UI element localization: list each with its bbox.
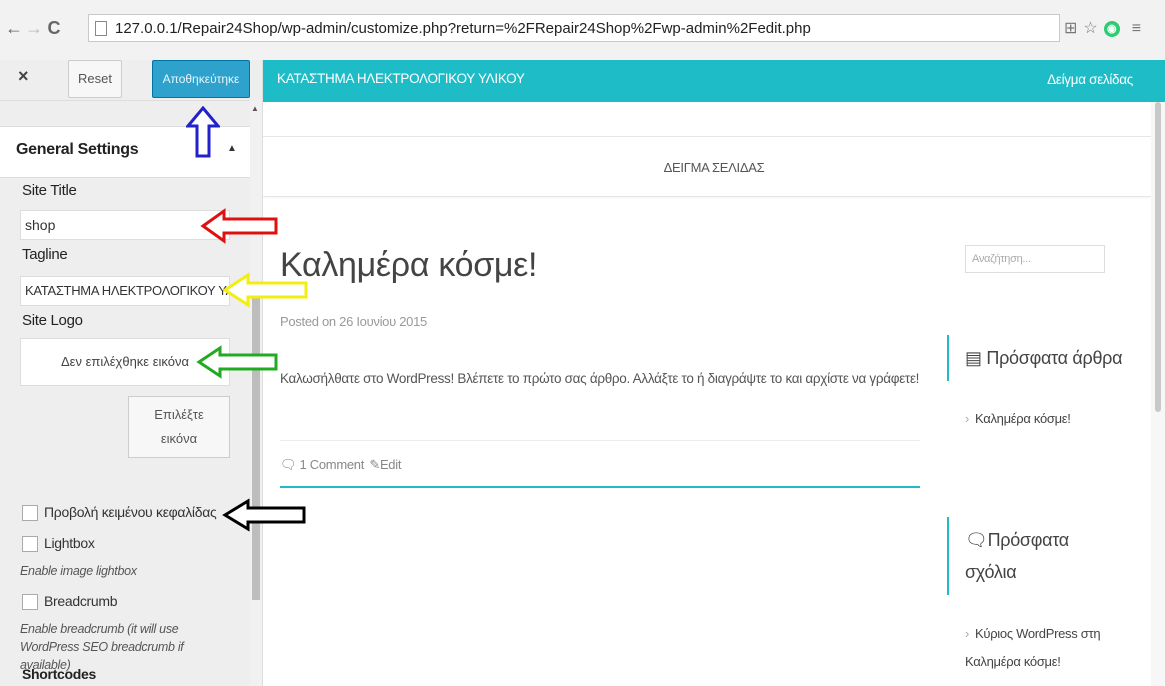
- lightbox-description: Enable image lightbox: [20, 564, 137, 578]
- menu-icon[interactable]: ≡: [1132, 20, 1141, 37]
- comment-icon: 🗨︎: [965, 530, 988, 550]
- comment-icon: 🗨︎: [280, 457, 297, 472]
- lightbox-checkbox[interactable]: [22, 536, 38, 552]
- post-content: Καλωσήλθατε στο WordPress! Βλέπετε το πρ…: [280, 371, 920, 386]
- search-input[interactable]: Αναζήτηση...: [965, 245, 1105, 273]
- save-button[interactable]: Αποθηκεύτηκε: [152, 60, 250, 98]
- shortcodes-label: Shortcodes: [22, 666, 97, 682]
- recent-post-item[interactable]: › Καλημέρα κόσμε!: [965, 405, 1145, 433]
- site-logo-label: Site Logo: [22, 312, 83, 329]
- address-bar[interactable]: 127.0.0.1/Repair24Shop/wp-admin/customiz…: [88, 14, 1060, 42]
- customizer-controls: General Settings ▲ Site Title shop Tagli…: [0, 100, 250, 686]
- post-title[interactable]: Καλημέρα κόσμε!: [280, 246, 538, 285]
- forward-arrow-icon[interactable]: →: [24, 18, 44, 39]
- recent-comments-title-1: Πρόσφατα: [987, 530, 1070, 550]
- header-text-label: Προβολή κειμένου κεφαλίδας: [44, 504, 217, 520]
- extension-icon[interactable]: ◉: [1103, 20, 1120, 37]
- reset-button[interactable]: Reset: [68, 60, 122, 98]
- site-title[interactable]: ΚΑΤΑΣΤΗΜΑ ΗΛΕΚΤΡΟΛΟΓΙΚΟΥ ΥΛΙΚΟΥ: [277, 71, 525, 86]
- back-arrow-icon[interactable]: ←: [4, 18, 24, 39]
- recent-comment-post[interactable]: Καλημέρα κόσμε!: [965, 648, 1145, 676]
- chevron-right-icon: ›: [965, 411, 970, 426]
- post-footer: 🗨︎ 1 Comment ✎Edit: [280, 457, 401, 473]
- reload-icon[interactable]: C: [44, 18, 64, 39]
- scroll-up-icon[interactable]: ▲: [251, 104, 259, 113]
- edit-link[interactable]: Edit: [380, 457, 402, 472]
- divider: [280, 440, 920, 441]
- browser-toolbar: ← → C 127.0.0.1/Repair24Shop/wp-admin/cust…: [0, 0, 1165, 60]
- tagline-input[interactable]: ΚΑΤΑΣΤΗΜΑ ΗΛΕΚΤΡΟΛΟΓΙΚΟΥ ΥΛ: [20, 276, 230, 306]
- divider: [263, 136, 1165, 137]
- menu-item-sample-page[interactable]: Δείγμα σελίδας: [1047, 72, 1133, 87]
- widget-accent: [947, 517, 949, 595]
- breadcrumb-label: Breadcrumb: [44, 593, 118, 609]
- breadcrumb-checkbox[interactable]: [22, 594, 38, 610]
- sidebar-scroll-thumb[interactable]: [252, 290, 260, 600]
- widget-accent: [947, 335, 949, 381]
- collapse-icon[interactable]: ▲: [227, 143, 237, 154]
- url-text: 127.0.0.1/Repair24Shop/wp-admin/customiz…: [115, 20, 811, 37]
- blue-up-arrow-annotation: [186, 106, 220, 158]
- recent-post-link[interactable]: Καλημέρα κόσμε!: [975, 411, 1071, 426]
- site-header: ΚΑΤΑΣΤΗΜΑ ΗΛΕΚΤΡΟΛΟΓΙΚΟΥ ΥΛΙΚΟΥ Δείγμα σ…: [263, 60, 1165, 102]
- recent-comment-item[interactable]: › Κύριος WordPress στη Καλημέρα κόσμε!: [965, 620, 1145, 676]
- green-left-arrow-annotation: [196, 345, 278, 379]
- close-icon[interactable]: ×: [18, 66, 29, 87]
- red-left-arrow-annotation: [200, 208, 278, 244]
- section-title: General Settings: [16, 141, 139, 158]
- tagline-label: Tagline: [22, 246, 68, 263]
- choose-image-label-2: εικόνα: [160, 431, 198, 446]
- sample-page-link[interactable]: ΔΕΙΓΜΑ ΣΕΛΙΔΑΣ: [263, 160, 1165, 175]
- header-text-checkbox[interactable]: [22, 505, 38, 521]
- customizer-header: × Reset Αποθηκεύτηκε: [0, 60, 262, 101]
- recent-posts-widget-title: ▤ Πρόσφατα άρθρα: [965, 342, 1123, 374]
- recent-comments-title-2: σχόλια: [965, 562, 1017, 582]
- divider: [263, 196, 1165, 197]
- post-accent-line: [280, 486, 920, 488]
- browser-nav: ← → C: [4, 18, 64, 39]
- translate-icon[interactable]: ⊞: [1064, 20, 1077, 37]
- site-title-label: Site Title: [22, 182, 77, 199]
- browser-actions: ⊞ ☆ ◉ ≡: [1064, 18, 1147, 38]
- comments-link[interactable]: 1 Comment: [300, 457, 365, 472]
- post-meta: Posted on 26 Ιουνίου 2015: [280, 314, 427, 329]
- recent-posts-title: Πρόσφατα άρθρα: [986, 348, 1123, 368]
- site-preview: ΚΑΤΑΣΤΗΜΑ ΗΛΕΚΤΡΟΛΟΓΙΚΟΥ ΥΛΙΚΟΥ Δείγμα σ…: [263, 60, 1165, 686]
- black-left-arrow-annotation: [222, 498, 306, 532]
- choose-image-button[interactable]: Επιλέξτε εικόνα: [128, 396, 230, 458]
- bookmark-star-icon[interactable]: ☆: [1083, 20, 1097, 37]
- choose-image-label-1: Επιλέξτε: [154, 407, 204, 422]
- lightbox-label: Lightbox: [44, 535, 95, 551]
- site-title-input[interactable]: shop: [20, 210, 230, 240]
- preview-scroll-thumb[interactable]: [1155, 102, 1161, 412]
- yellow-left-arrow-annotation: [222, 272, 308, 308]
- chevron-right-icon: ›: [965, 626, 970, 641]
- recent-comments-widget-title: 🗨︎Πρόσφατα σχόλια: [965, 524, 1069, 588]
- page-icon: [95, 21, 107, 36]
- recent-comment-author[interactable]: Κύριος WordPress στη: [975, 626, 1101, 641]
- edit-icon: ✎: [369, 457, 380, 472]
- document-icon: ▤: [965, 348, 982, 368]
